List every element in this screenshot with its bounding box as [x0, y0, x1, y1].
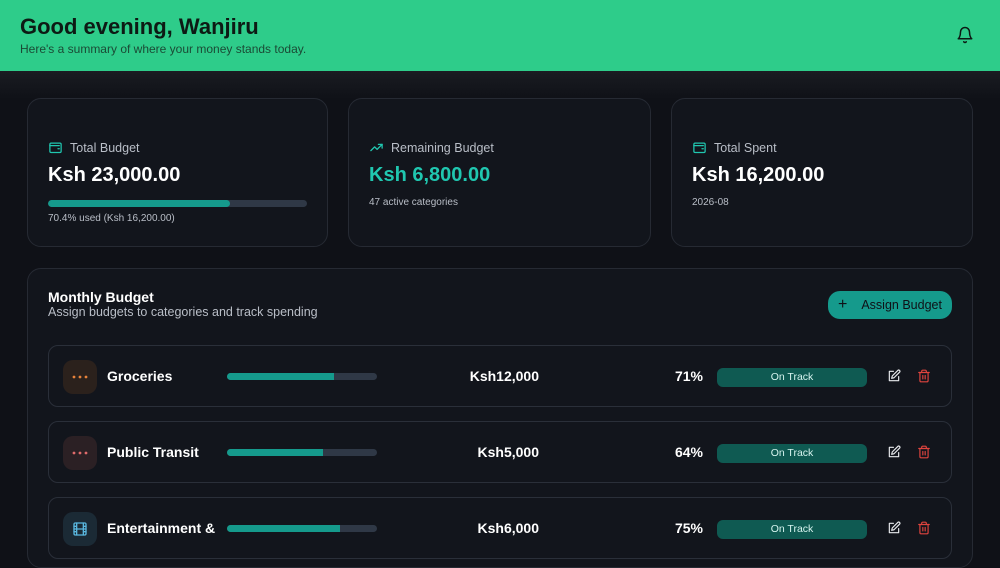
status-badge: On Track — [717, 368, 867, 387]
category-amount: Ksh12,000 — [469, 368, 539, 384]
trash-icon[interactable] — [917, 445, 931, 459]
status-badge: On Track — [717, 444, 867, 463]
remaining-budget-card: Remaining Budget Ksh 6,800.00 47 active … — [348, 98, 651, 247]
greeting-title: Good evening, Wanjiru — [20, 14, 259, 39]
total-budget-label: Total Budget — [48, 140, 140, 155]
status-badge: On Track — [717, 520, 867, 539]
category-amount: Ksh5,000 — [477, 444, 539, 460]
category-percent: 71% — [674, 368, 703, 384]
header-shadow — [0, 71, 1000, 99]
bell-icon[interactable] — [956, 26, 974, 44]
trash-icon[interactable] — [917, 521, 931, 535]
category-name: Groceries — [107, 368, 173, 384]
category-progress — [227, 525, 377, 532]
remaining-budget-label: Remaining Budget — [369, 140, 494, 155]
budget-row-public-transit[interactable]: Public Transit Ksh5,000 64% On Track — [48, 421, 952, 483]
category-progress — [227, 449, 377, 456]
total-spent-amount: Ksh 16,200.00 — [692, 164, 825, 186]
remaining-budget-amount: Ksh 6,800.00 — [369, 164, 491, 186]
total-budget-progress-fill — [48, 200, 231, 207]
assign-budget-button[interactable]: + Assign Budget — [828, 291, 952, 319]
plus-icon: + — [838, 296, 848, 313]
category-percent: 75% — [674, 520, 703, 536]
category-progress-fill — [227, 373, 334, 380]
active-categories-count: 47 active categories — [369, 197, 458, 208]
monthly-budget-panel: Monthly Budget Assign budgets to categor… — [27, 268, 973, 568]
total-budget-amount: Ksh 23,000.00 — [48, 164, 181, 186]
edit-icon[interactable] — [887, 369, 901, 383]
total-spent-label: Total Spent — [692, 140, 777, 155]
total-spent-card: Total Spent Ksh 16,200.00 2026-08 — [671, 98, 973, 247]
category-progress — [227, 373, 377, 380]
total-budget-used: 70.4% used (Ksh 16,200.00) — [48, 213, 175, 224]
monthly-budget-title: Monthly Budget — [48, 289, 154, 305]
budget-row-entertainment[interactable]: Entertainment & Ksh6,000 75% On Track — [48, 497, 952, 559]
edit-icon[interactable] — [887, 521, 901, 535]
top-header: Good evening, Wanjiru Here's a summary o… — [0, 0, 1000, 71]
greeting-subtitle: Here's a summary of where your money sta… — [20, 42, 307, 56]
budget-row-groceries[interactable]: Groceries Ksh12,000 71% On Track — [48, 345, 952, 407]
wallet-icon — [49, 142, 62, 154]
trash-icon[interactable] — [917, 369, 931, 383]
dots-icon — [63, 436, 97, 470]
category-amount: Ksh6,000 — [477, 520, 539, 536]
category-progress-fill — [227, 449, 323, 456]
trending-up-icon — [370, 143, 383, 152]
category-name: Entertainment & — [107, 520, 216, 536]
category-progress-fill — [227, 525, 340, 532]
category-name: Public Transit — [107, 444, 199, 460]
dots-icon — [63, 360, 97, 394]
period-label: 2026-08 — [692, 197, 729, 208]
monthly-budget-subtitle: Assign budgets to categories and track s… — [48, 305, 318, 319]
edit-icon[interactable] — [887, 445, 901, 459]
category-percent: 64% — [674, 444, 703, 460]
film-icon — [63, 512, 97, 546]
total-budget-card: Total Budget Ksh 23,000.00 70.4% used (K… — [27, 98, 328, 247]
total-budget-progress — [48, 200, 307, 207]
wallet-icon — [693, 142, 706, 154]
